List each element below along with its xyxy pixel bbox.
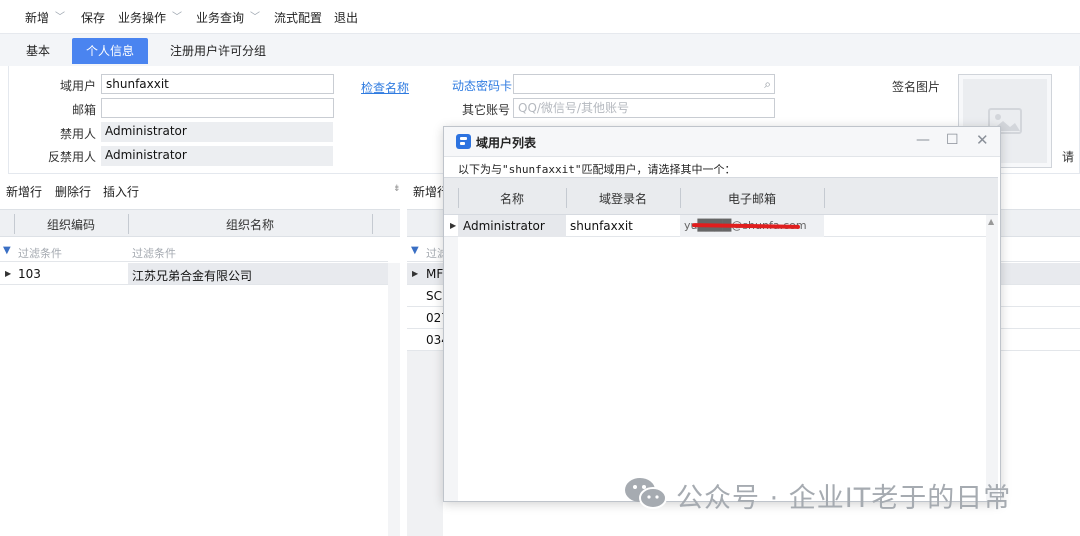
business-query-menu[interactable]: 业务查询: [196, 9, 244, 26]
col-name[interactable]: 名称: [458, 190, 566, 207]
dialog-title: 域用户列表: [476, 136, 537, 150]
save-button[interactable]: 保存: [81, 9, 105, 26]
watermark-text: 公众号 · 企业IT老于的日常: [676, 483, 1012, 514]
app-icon: [456, 134, 471, 149]
domain-user-label: 域用户: [59, 79, 96, 93]
delete-row-button[interactable]: 删除行: [55, 183, 91, 200]
filter-icon[interactable]: ▼: [411, 245, 419, 256]
settings-handle-icon[interactable]: ⇟: [393, 184, 401, 194]
col-login[interactable]: 域登录名: [566, 190, 680, 207]
column-separator: [372, 214, 373, 234]
check-name-link[interactable]: 检查名称: [361, 79, 409, 96]
exit-button[interactable]: 退出: [334, 9, 358, 26]
left-grid-header: 组织编码 组织名称: [0, 209, 400, 237]
user-login-cell[interactable]: shunfaxxit: [570, 219, 633, 233]
user-name-cell[interactable]: Administrator: [463, 219, 545, 233]
dialog-message: 以下为与"shunfaxxit"匹配域用户，请选择其中一个：: [458, 163, 736, 176]
org-code-cell[interactable]: 103: [18, 267, 41, 281]
disabled-by-label: 禁用人: [59, 127, 96, 141]
scroll-up-icon[interactable]: ▲: [988, 217, 994, 226]
new-button[interactable]: 新增: [25, 9, 49, 26]
filter-icon[interactable]: ▼: [3, 245, 11, 256]
right-code-cell[interactable]: MF: [426, 267, 443, 281]
column-separator: [824, 188, 825, 208]
dialog-scrollbar[interactable]: ▲: [986, 215, 998, 501]
org-name-cell[interactable]: 江苏兄弟合金有限公司: [132, 267, 252, 284]
left-scrollbar[interactable]: [388, 263, 400, 536]
chevron-down-icon[interactable]: ﹀: [55, 8, 65, 23]
dialog-grid-header: 名称 域登录名 电子邮箱: [444, 177, 998, 215]
insert-row-button[interactable]: 插入行: [103, 183, 139, 200]
col-email[interactable]: 电子邮箱: [680, 190, 824, 207]
tab-bar: 基本 个人信息 注册用户许可分组: [0, 34, 1080, 66]
maximize-icon[interactable]: ☐: [946, 132, 959, 148]
domain-user-input[interactable]: shunfaxxit: [101, 74, 334, 94]
search-icon[interactable]: ⌕: [764, 75, 771, 93]
filter-code-input[interactable]: 过滤条件: [18, 245, 62, 261]
add-row-button[interactable]: 新增行: [6, 183, 42, 200]
business-ops-menu[interactable]: 业务操作: [118, 9, 166, 26]
filter-name-input[interactable]: 过滤条件: [132, 245, 176, 261]
tab-personal-info[interactable]: 个人信息: [72, 38, 149, 64]
undisabled-by-field: Administrator: [101, 146, 333, 166]
table-row[interactable]: ▶ Administrator shunfaxxit yu████@shunfa…: [444, 215, 986, 237]
table-row[interactable]: ▶ 103 江苏兄弟合金有限公司: [0, 263, 388, 285]
close-icon[interactable]: ✕: [976, 131, 989, 149]
domain-user-list-dialog: 域用户列表 — ☐ ✕ 以下为与"shunfaxxit"匹配域用户，请选择其中一…: [443, 126, 1001, 502]
dialog-grid-empty: [458, 237, 986, 501]
right-cut-text: 请: [1062, 150, 1075, 164]
row-pointer-icon: ▶: [450, 221, 457, 230]
undisabled-by-label: 反禁用人: [47, 150, 96, 164]
row-pointer-icon: ▶: [5, 269, 12, 278]
toolbar: 新增 ﹀ 保存 业务操作 ﹀ 业务查询 ﹀ 流式配置 退出: [0, 0, 1080, 34]
chevron-down-icon[interactable]: ﹀: [172, 8, 182, 23]
wechat-icon: [625, 478, 667, 509]
dynamic-password-label[interactable]: 动态密码卡: [452, 77, 512, 94]
dialog-title-bar[interactable]: 域用户列表 — ☐ ✕: [444, 127, 1000, 157]
other-account-input[interactable]: QQ/微信号/其他账号: [513, 98, 775, 118]
col-org-code[interactable]: 组织编码: [14, 216, 128, 233]
flow-config-button[interactable]: 流式配置: [274, 9, 322, 26]
other-account-label: 其它账号: [462, 103, 511, 117]
left-filter-row: ▼ 过滤条件 过滤条件: [0, 242, 388, 262]
dynamic-password-input[interactable]: ⌕: [513, 74, 775, 94]
other-account-placeholder: QQ/微信号/其他账号: [518, 101, 629, 115]
row-pointer-icon: ▶: [412, 269, 419, 278]
minimize-icon[interactable]: —: [916, 132, 930, 148]
email-label: 邮箱: [71, 103, 96, 117]
chevron-down-icon[interactable]: ﹀: [250, 8, 260, 23]
wechat-watermark: 公众号 · 企业IT老于的日常: [624, 474, 1054, 514]
col-org-name[interactable]: 组织名称: [128, 216, 372, 233]
right-grid-empty-area: [407, 351, 443, 536]
signature-label: 签名图片: [892, 80, 941, 94]
tab-license-group[interactable]: 注册用户许可分组: [156, 38, 280, 64]
tab-basic[interactable]: 基本: [12, 38, 64, 64]
left-grid-toolbar: 新增行 删除行 插入行 ⇟: [6, 180, 401, 202]
email-input[interactable]: [101, 98, 334, 118]
disabled-by-field: Administrator: [101, 122, 333, 142]
